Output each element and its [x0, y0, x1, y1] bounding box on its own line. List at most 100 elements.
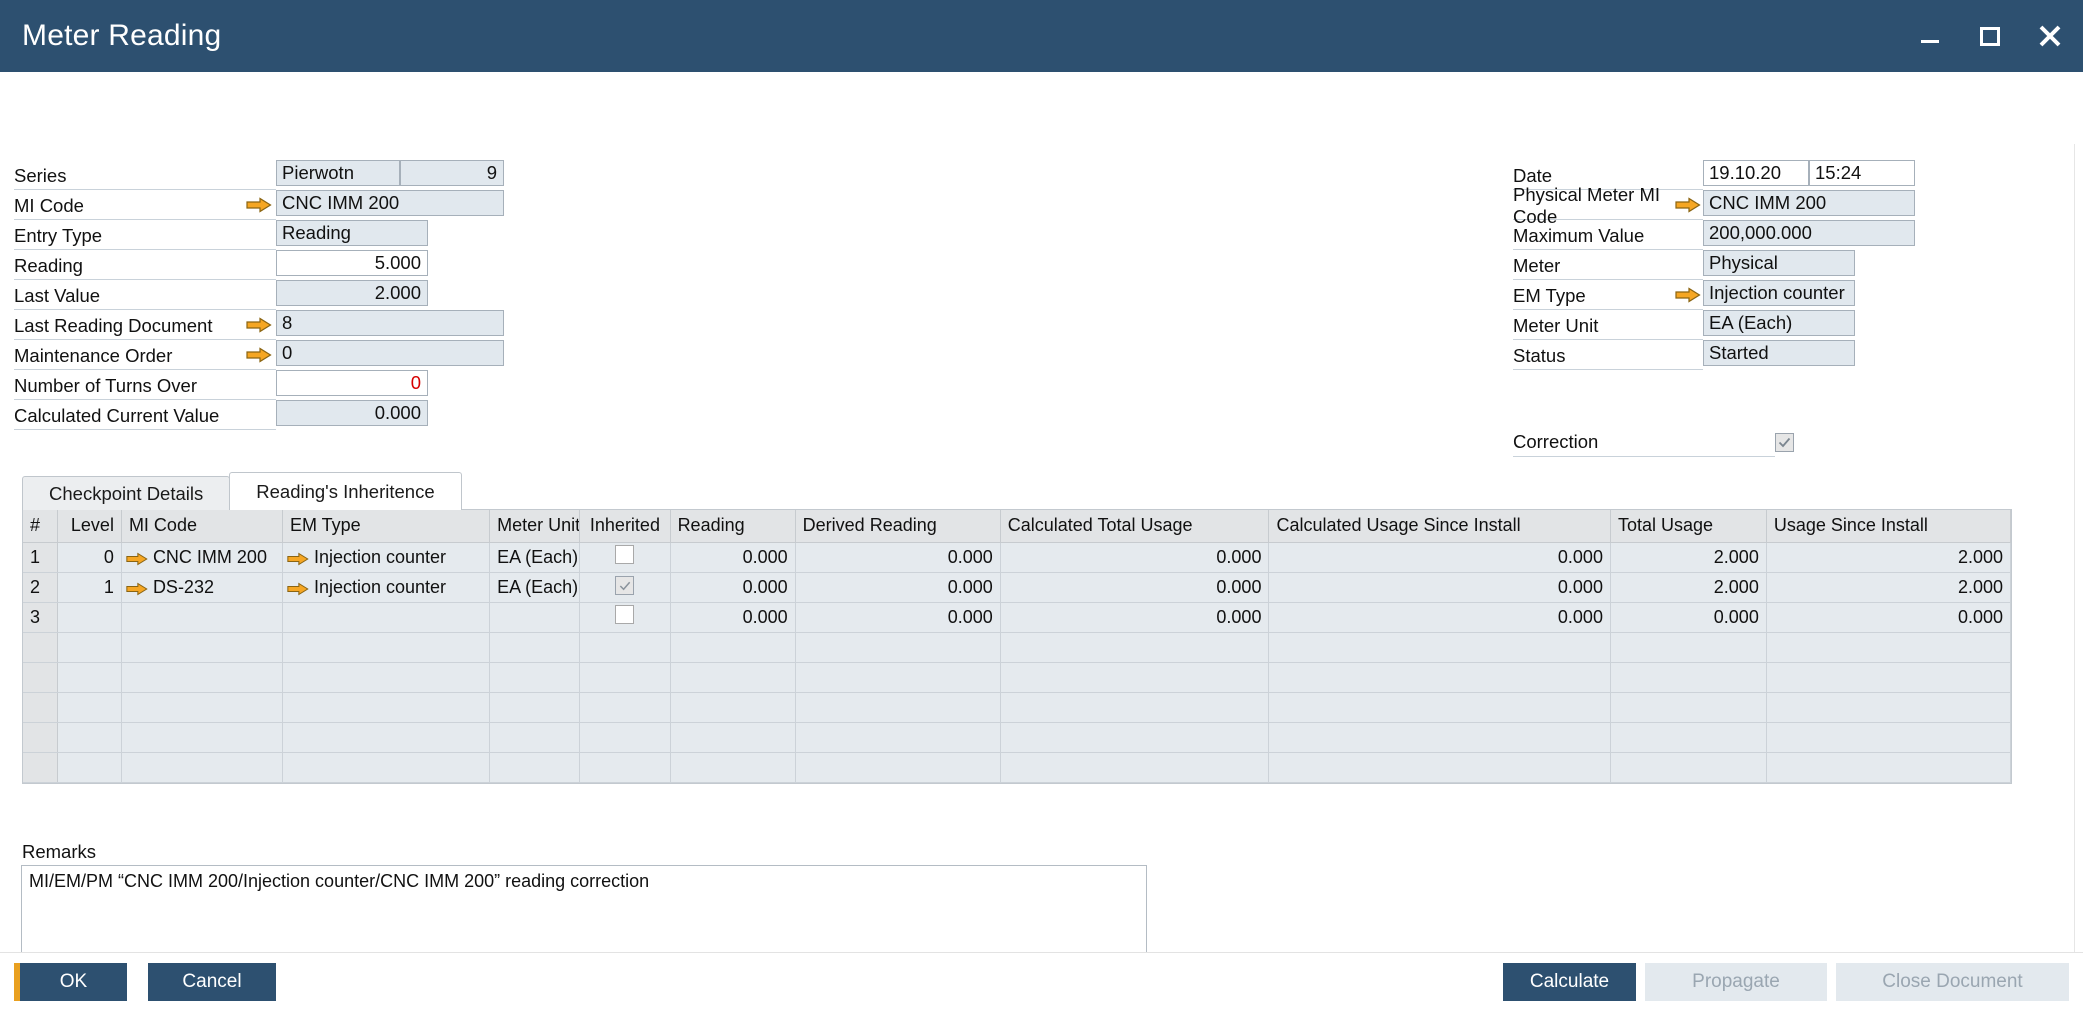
table-row-empty[interactable]: [23, 662, 2011, 692]
cell-empty[interactable]: [1610, 752, 1766, 782]
remarks-textarea[interactable]: MI/EM/PM “CNC IMM 200/Injection counter/…: [21, 865, 1147, 965]
cell-empty[interactable]: [580, 752, 670, 782]
cell-derived-reading[interactable]: 0.000: [795, 542, 1000, 572]
cell-reading[interactable]: 0.000: [670, 542, 795, 572]
meter-unit-input[interactable]: EA (Each): [1703, 310, 1855, 336]
cell-empty[interactable]: [490, 692, 580, 722]
cell-empty[interactable]: [1766, 722, 2010, 752]
column-header-level[interactable]: Level: [58, 510, 122, 542]
column-header-inherited[interactable]: Inherited: [580, 510, 670, 542]
physical-meter-mi-code-input[interactable]: CNC IMM 200: [1703, 190, 1915, 216]
date-input[interactable]: 19.10.20: [1703, 160, 1809, 186]
cell-level[interactable]: 0: [58, 542, 122, 572]
cell-empty[interactable]: [121, 662, 282, 692]
cell-empty[interactable]: [670, 722, 795, 752]
table-row-empty[interactable]: [23, 692, 2011, 722]
cell-level[interactable]: 1: [58, 572, 122, 602]
cell-calculated-total-usage[interactable]: 0.000: [1000, 602, 1269, 632]
cell-em-type[interactable]: [282, 602, 489, 632]
calculate-button[interactable]: Calculate: [1503, 963, 1636, 1001]
last-value-input[interactable]: 2.000: [276, 280, 428, 306]
cell-empty[interactable]: [121, 722, 282, 752]
cell-empty[interactable]: [490, 632, 580, 662]
cell-empty[interactable]: [121, 632, 282, 662]
cell-empty[interactable]: [58, 752, 122, 782]
correction-checkbox[interactable]: [1775, 433, 1794, 452]
inherited-checkbox[interactable]: [615, 576, 634, 595]
number-of-turns-over-input[interactable]: 0: [276, 370, 428, 396]
column-header-meter-unit[interactable]: Meter Unit: [490, 510, 580, 542]
cell-empty[interactable]: [580, 662, 670, 692]
ok-button[interactable]: OK: [20, 963, 127, 1001]
cell-total-usage[interactable]: 2.000: [1610, 542, 1766, 572]
table-row-empty[interactable]: [23, 752, 2011, 782]
cell-empty[interactable]: [795, 662, 1000, 692]
cell-inherited[interactable]: [580, 572, 670, 602]
meter-select[interactable]: Physical: [1703, 250, 1855, 276]
cell-meter-unit[interactable]: EA (Each): [490, 572, 580, 602]
cell-empty[interactable]: [1610, 692, 1766, 722]
cell-empty[interactable]: [580, 692, 670, 722]
cell-calculated-usage-since-install[interactable]: 0.000: [1269, 572, 1611, 602]
column-header-mi-code[interactable]: MI Code: [121, 510, 282, 542]
cell-empty[interactable]: [795, 722, 1000, 752]
table-row[interactable]: 10CNC IMM 200Injection counterEA (Each)0…: [23, 542, 2011, 572]
cell-reading[interactable]: 0.000: [670, 602, 795, 632]
column-header-calculated-usage-since-install[interactable]: Calculated Usage Since Install: [1269, 510, 1611, 542]
minimize-button[interactable]: [1915, 21, 1945, 51]
mi-code-link-arrow-cell[interactable]: [242, 190, 276, 220]
cell-empty[interactable]: [1766, 632, 2010, 662]
table-row-empty[interactable]: [23, 722, 2011, 752]
cell-empty[interactable]: [58, 722, 122, 752]
cell-total-usage[interactable]: 2.000: [1610, 572, 1766, 602]
cell-calculated-total-usage[interactable]: 0.000: [1000, 542, 1269, 572]
cell-mi-code[interactable]: DS-232: [121, 572, 282, 602]
last-reading-document-link-arrow-cell[interactable]: [242, 310, 276, 340]
cell-empty[interactable]: [1269, 692, 1611, 722]
cell-empty[interactable]: [1269, 662, 1611, 692]
calculated-current-value-input[interactable]: 0.000: [276, 400, 428, 426]
cell-empty[interactable]: [1610, 632, 1766, 662]
cell-derived-reading[interactable]: 0.000: [795, 602, 1000, 632]
cell-empty[interactable]: [1269, 752, 1611, 782]
cell-calculated-total-usage[interactable]: 0.000: [1000, 572, 1269, 602]
cell-empty[interactable]: [121, 752, 282, 782]
cell-calculated-usage-since-install[interactable]: 0.000: [1269, 602, 1611, 632]
cell-empty[interactable]: [795, 752, 1000, 782]
maintenance-order-input[interactable]: 0: [276, 340, 504, 366]
em-type-link-arrow-cell[interactable]: [1673, 280, 1703, 310]
cell-empty[interactable]: [1000, 722, 1269, 752]
cell-empty[interactable]: [282, 722, 489, 752]
column-header-calculated-total-usage[interactable]: Calculated Total Usage: [1000, 510, 1269, 542]
tab-checkpoint-details[interactable]: Checkpoint Details: [22, 476, 230, 510]
column-header-index[interactable]: #: [23, 510, 58, 542]
cell-empty[interactable]: [282, 752, 489, 782]
cell-level[interactable]: [58, 602, 122, 632]
cell-empty[interactable]: [1610, 722, 1766, 752]
em-type-input[interactable]: Injection counter: [1703, 280, 1855, 306]
cell-empty[interactable]: [1766, 662, 2010, 692]
cell-empty[interactable]: [1269, 632, 1611, 662]
reading-input[interactable]: 5.000: [276, 250, 428, 276]
mi-code-input[interactable]: CNC IMM 200: [276, 190, 504, 216]
cell-empty[interactable]: [490, 722, 580, 752]
cell-usage-since-install[interactable]: 0.000: [1766, 602, 2010, 632]
cell-total-usage[interactable]: 0.000: [1610, 602, 1766, 632]
maintenance-order-link-arrow-cell[interactable]: [242, 340, 276, 370]
cell-empty[interactable]: [670, 692, 795, 722]
cell-inherited[interactable]: [580, 542, 670, 572]
cell-empty[interactable]: [490, 662, 580, 692]
close-button[interactable]: [2035, 21, 2065, 51]
column-header-total-usage[interactable]: Total Usage: [1610, 510, 1766, 542]
table-row-empty[interactable]: [23, 632, 2011, 662]
cell-empty[interactable]: [795, 692, 1000, 722]
cell-calculated-usage-since-install[interactable]: 0.000: [1269, 542, 1611, 572]
physical-meter-mi-code-link-arrow-cell[interactable]: [1673, 190, 1703, 220]
cell-empty[interactable]: [1766, 752, 2010, 782]
time-input[interactable]: 15:24: [1809, 160, 1915, 186]
cell-empty[interactable]: [1000, 752, 1269, 782]
column-header-reading[interactable]: Reading: [670, 510, 795, 542]
cell-empty[interactable]: [1269, 722, 1611, 752]
inherited-checkbox[interactable]: [615, 605, 634, 624]
cell-reading[interactable]: 0.000: [670, 572, 795, 602]
